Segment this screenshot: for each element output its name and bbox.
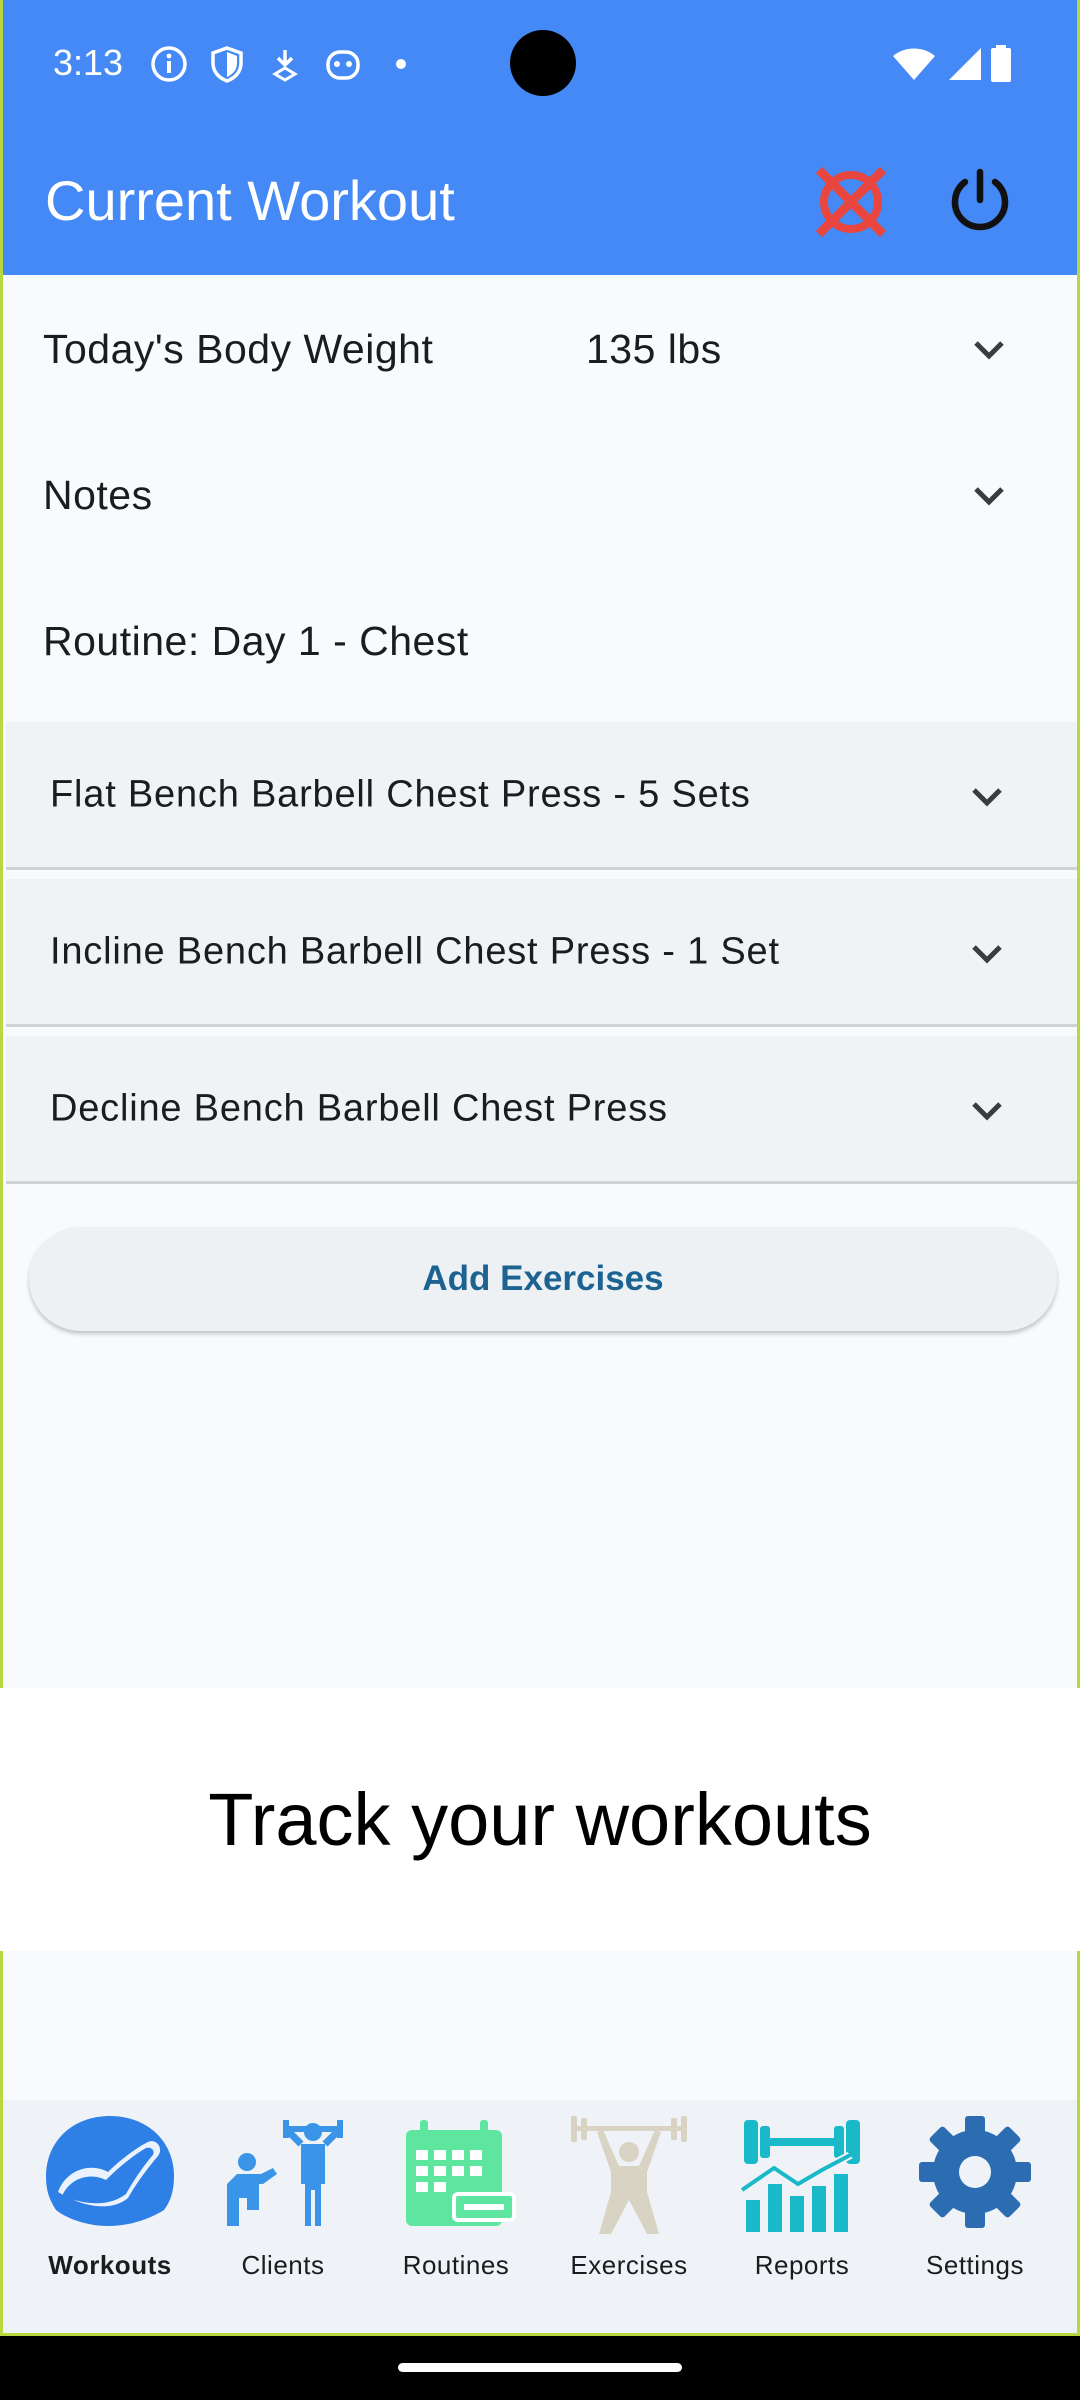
exercise-item[interactable]: Incline Bench Barbell Chest Press - 1 Se… [6,879,1077,1027]
notes-row[interactable]: Notes [3,422,1077,568]
nav-item-routines[interactable]: Routines [381,2114,531,2314]
notes-label: Notes [43,471,153,518]
nav-label: Workouts [48,2250,172,2280]
exercise-item[interactable]: Flat Bench Barbell Chest Press - 5 Sets [6,722,1077,870]
nav-label: Reports [754,2250,850,2280]
nav-item-workouts[interactable]: Workouts [35,2114,185,2314]
status-bar: 3:13 [3,0,1077,128]
weightlifter-icon [571,2116,687,2234]
nav-label: Clients [241,2250,325,2280]
barbell-chart-icon [739,2120,860,2232]
nav-item-exercises[interactable]: Exercises [554,2114,704,2314]
exercise-label: Decline Bench Barbell Chest Press [50,1087,668,1129]
cancel-workout-button[interactable] [811,162,891,242]
dot-icon [396,59,406,69]
camera-cutout [510,30,576,96]
robot-icon [326,50,360,80]
add-exercises-button[interactable]: Add Exercises [29,1227,1057,1331]
exercise-label: Incline Bench Barbell Chest Press - 1 Se… [50,930,780,972]
home-gesture-bar[interactable] [398,2363,682,2372]
body-weight-label: Today's Body Weight [43,325,434,372]
app-bar: 3:13 Current Workout [3,0,1077,275]
promo-banner: Track your workouts [0,1688,1080,1951]
chevron-down-icon[interactable] [967,1091,1007,1131]
chevron-down-icon[interactable] [967,777,1007,817]
gear-icon [919,2116,1031,2228]
power-button[interactable] [943,164,1017,238]
info-icon [151,46,187,82]
bottom-nav: Workouts Clients Routines Exercises Repo… [3,2100,1077,2333]
app-screen: 3:13 Current Workout Today's Body Weight… [0,0,1080,2336]
flexed-arm-icon [46,2116,174,2226]
wifi-icon [893,48,935,80]
status-time: 3:13 [53,42,124,83]
nav-label: Routines [402,2250,510,2280]
shield-icon [211,46,243,83]
nav-item-reports[interactable]: Reports [727,2114,877,2314]
routine-row: Routine: Day 1 - Chest [3,568,1077,714]
calendar-dumbbell-icon [406,2120,516,2226]
exercise-item[interactable]: Decline Bench Barbell Chest Press [6,1036,1077,1184]
battery-icon [991,45,1011,82]
nav-item-settings[interactable]: Settings [900,2114,1050,2314]
chevron-down-icon[interactable] [969,330,1009,370]
chevron-down-icon[interactable] [969,476,1009,516]
nav-label: Settings [926,2250,1024,2280]
signal-icon [949,48,981,80]
page-title: Current Workout [45,169,455,232]
body-weight-row[interactable]: Today's Body Weight 135 lbs [3,276,1077,422]
exercise-label: Flat Bench Barbell Chest Press - 5 Sets [50,773,751,815]
trainer-client-icon [227,2120,343,2226]
routine-label: Routine: Day 1 - Chest [43,617,469,664]
nav-label: Exercises [570,2250,688,2280]
download-icon [272,50,298,82]
nav-item-clients[interactable]: Clients [208,2114,358,2314]
body-weight-value: 135 lbs [586,325,722,372]
chevron-down-icon[interactable] [967,934,1007,974]
